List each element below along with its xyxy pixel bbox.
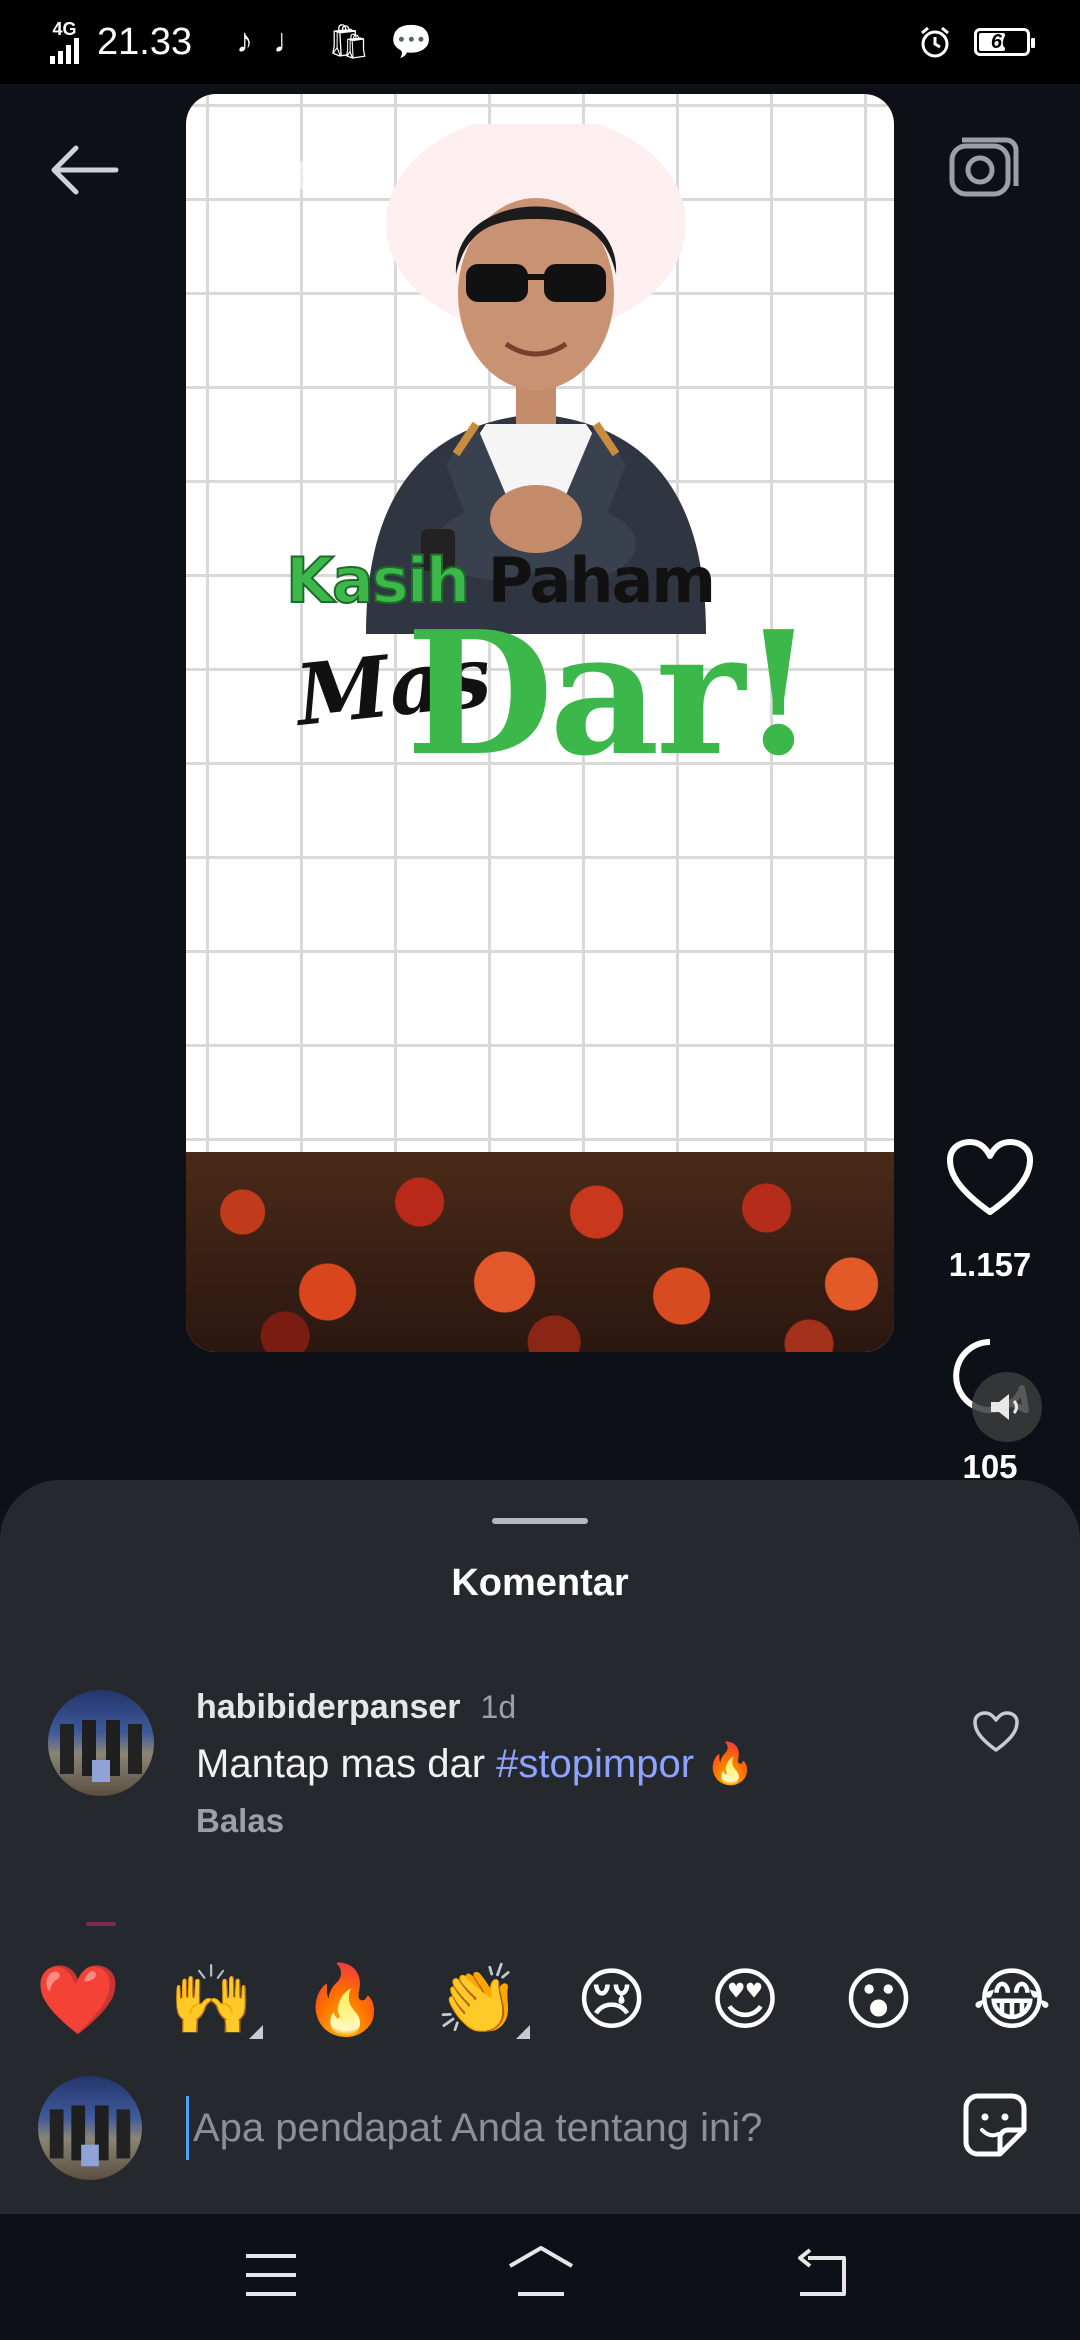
avatar[interactable] bbox=[48, 1690, 154, 1796]
sheet-title: Komentar bbox=[451, 1562, 629, 1604]
clock-time: 21.33 bbox=[97, 20, 193, 63]
reaction-clap-glyph: 👏 bbox=[435, 1962, 521, 2038]
back-nav-icon[interactable] bbox=[794, 2248, 850, 2298]
notification-icons: ♪ ♩ 🛍 💬 bbox=[236, 22, 433, 62]
status-bar: 4G 21.33 ♪ ♩ 🛍 💬 60 bbox=[0, 0, 1080, 84]
reels-title: Reels bbox=[220, 139, 370, 202]
battery-level: 60 bbox=[990, 30, 1014, 53]
comment-composer bbox=[0, 2070, 1080, 2200]
quick-reactions: ❤️ 🙌 🔥 👏 😢 😍 😮 😂 bbox=[30, 1955, 1060, 2045]
reaction-raised-hands-glyph: 🙌 bbox=[169, 1962, 254, 2038]
status-left: 4G 21.33 ♪ ♩ 🛍 💬 bbox=[50, 20, 433, 64]
comment-text: Mantap mas dar #stopimpor 🔥 bbox=[196, 1740, 755, 1787]
comment-time: 1d bbox=[480, 1689, 517, 1725]
comments-sheet: Komentar habibiderpanser 1d Mantap mas da… bbox=[0, 1480, 1080, 2214]
next-comment-peek bbox=[86, 1922, 116, 1926]
signal-icon bbox=[50, 38, 79, 64]
battery-icon: 60 bbox=[974, 28, 1035, 56]
speaker-glyph-icon bbox=[991, 1394, 1018, 1420]
reels-screen: 4G 21.33 ♪ ♩ 🛍 💬 60 Kasih Paham Mas Dar!… bbox=[0, 0, 1080, 2340]
reaction-crying[interactable]: 😢 bbox=[564, 1955, 660, 2045]
system-nav-bar bbox=[0, 2214, 1080, 2340]
comment-heart-icon[interactable] bbox=[972, 1710, 1020, 1754]
reaction-heart-eyes[interactable]: 😍 bbox=[697, 1955, 793, 2045]
sticker-icon[interactable] bbox=[960, 2090, 1030, 2160]
palm-fruit-image bbox=[186, 1152, 894, 1352]
skin-tone-indicator bbox=[516, 2025, 531, 2039]
my-avatar bbox=[38, 2076, 142, 2180]
reaction-heart[interactable]: ❤️ bbox=[30, 1955, 126, 2045]
menu-icon[interactable] bbox=[244, 2250, 298, 2300]
reaction-clap[interactable]: 👏 bbox=[430, 1955, 531, 2045]
comment-body: Mantap mas dar bbox=[196, 1742, 497, 1786]
status-right: 60 bbox=[918, 25, 1035, 59]
like-count: 1.157 bbox=[948, 1246, 1032, 1283]
shopee-icon: 🛍 bbox=[327, 23, 371, 61]
my-avatar-image bbox=[49, 2105, 131, 2167]
camera-icon[interactable] bbox=[948, 136, 1020, 202]
video-title-overlay: Kasih Paham Mas Dar! bbox=[285, 543, 816, 779]
back-arrow-icon[interactable] bbox=[46, 140, 122, 200]
reply-button[interactable]: Balas bbox=[196, 1802, 284, 1840]
network-indicator: 4G bbox=[50, 20, 79, 64]
comment-input[interactable] bbox=[186, 2096, 886, 2160]
reaction-raised-hands[interactable]: 🙌 bbox=[163, 1955, 264, 2045]
comment-username-text: habibiderpanser bbox=[196, 1688, 461, 1726]
comment-username[interactable]: habibiderpanser 1d bbox=[196, 1688, 516, 1727]
home-icon[interactable] bbox=[506, 2244, 576, 2298]
reaction-surprised[interactable]: 😮 bbox=[831, 1955, 927, 2045]
network-type: 4G bbox=[52, 19, 77, 39]
skin-tone-indicator bbox=[249, 2025, 264, 2039]
comment-item: habibiderpanser 1d Mantap mas dar #stopim… bbox=[48, 1688, 1038, 1839]
alarm-icon bbox=[921, 26, 949, 58]
reaction-laughing[interactable]: 😂 bbox=[964, 1955, 1060, 2045]
chat-icon: 💬 bbox=[390, 23, 433, 61]
comment-hashtag[interactable]: #stopimpor bbox=[496, 1742, 694, 1786]
reel-video[interactable]: Kasih Paham Mas Dar! bbox=[186, 94, 894, 1352]
title-dar: Dar! bbox=[406, 594, 816, 794]
sheet-drag-handle[interactable] bbox=[492, 1518, 588, 1524]
reaction-fire[interactable]: 🔥 bbox=[297, 1955, 393, 2045]
music-note-icon: ♪ bbox=[236, 22, 254, 60]
avatar-image bbox=[60, 1720, 142, 1782]
comment-emoji: 🔥 bbox=[694, 1742, 755, 1786]
speaker-icon[interactable] bbox=[972, 1372, 1042, 1442]
heart-icon[interactable] bbox=[946, 1138, 1034, 1218]
tiktok-icon: ♩ bbox=[273, 22, 308, 60]
